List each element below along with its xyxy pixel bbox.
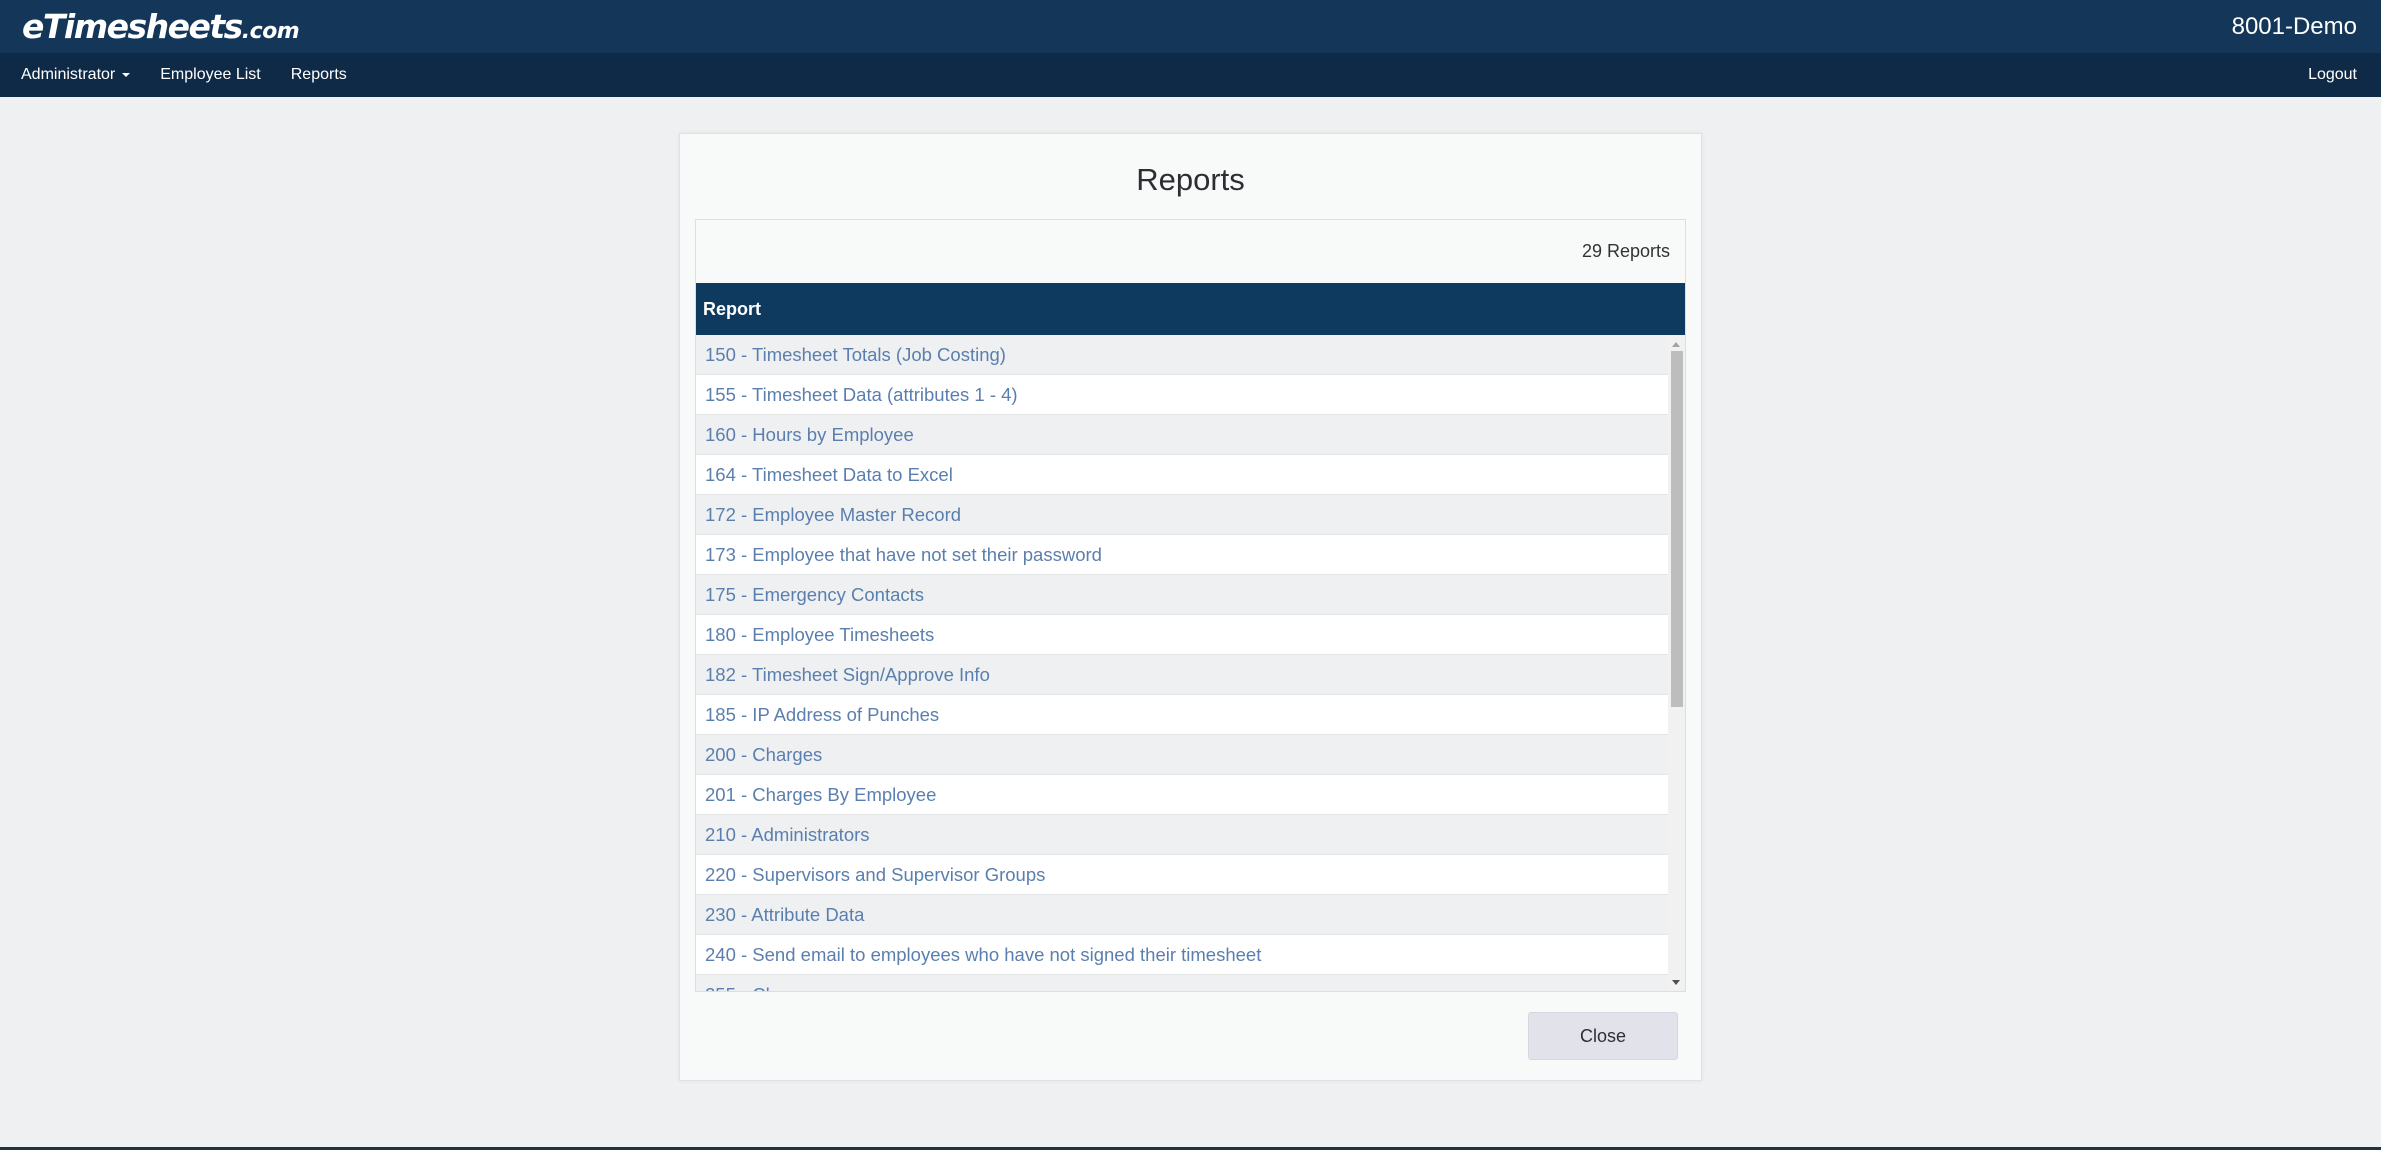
reports-table: 29 Reports Report 150 - Timesheet Totals… <box>695 219 1686 992</box>
nav-item-label: Reports <box>290 66 347 83</box>
report-row[interactable]: 175 - Emergency Contacts <box>696 575 1668 615</box>
scrollbar-thumb[interactable] <box>1671 351 1683 707</box>
report-row[interactable]: 201 - Charges By Employee <box>696 775 1668 815</box>
report-row[interactable]: 164 - Timesheet Data to Excel <box>696 455 1668 495</box>
close-button[interactable]: Close <box>1528 1012 1678 1060</box>
scroll-down-arrow-icon[interactable] <box>1672 980 1680 985</box>
column-header-report[interactable]: Report <box>696 283 1685 335</box>
nav-item-administrator[interactable]: Administrator <box>21 66 131 84</box>
report-row[interactable]: 160 - Hours by Employee <box>696 415 1668 455</box>
nav-item-label: Employee List <box>160 66 261 83</box>
report-row[interactable]: 150 - Timesheet Totals (Job Costing) <box>696 335 1668 375</box>
report-row[interactable]: 240 - Send email to employees who have n… <box>696 935 1668 975</box>
reports-dialog: Reports 29 Reports Report 150 - Timeshee… <box>679 133 1702 1081</box>
report-row[interactable]: 220 - Supervisors and Supervisor Groups <box>696 855 1668 895</box>
logo-main-text: eTimesheets <box>22 7 243 46</box>
reports-list: 150 - Timesheet Totals (Job Costing) 155 … <box>696 335 1685 991</box>
report-row[interactable]: 182 - Timesheet Sign/Approve Info <box>696 655 1668 695</box>
report-row[interactable]: 173 - Employee that have not set their p… <box>696 535 1668 575</box>
report-row[interactable]: 200 - Charges <box>696 735 1668 775</box>
report-row[interactable]: 155 - Timesheet Data (attributes 1 - 4) <box>696 375 1668 415</box>
report-count: 29 Reports <box>1581 241 1670 261</box>
logo-suffix-text: .com <box>241 19 300 44</box>
list-scrollbar[interactable] <box>1668 335 1685 991</box>
report-row[interactable]: 230 - Attribute Data <box>696 895 1668 935</box>
nav-bar: Administrator Employee List Reports Logo… <box>0 53 2381 97</box>
scroll-up-arrow-icon[interactable] <box>1672 342 1680 347</box>
dialog-title: Reports <box>1136 162 1245 197</box>
report-row[interactable]: 185 - IP Address of Punches <box>696 695 1668 735</box>
caret-down-icon <box>122 73 131 77</box>
nav-menu: Administrator Employee List Reports <box>21 66 377 84</box>
app-logo[interactable]: eTimesheets.com <box>22 7 300 46</box>
report-row[interactable]: 180 - Employee Timesheets <box>696 615 1668 655</box>
report-row[interactable]: 210 - Administrators <box>696 815 1668 855</box>
report-rows: 150 - Timesheet Totals (Job Costing) 155 … <box>696 335 1668 991</box>
report-row[interactable]: 172 - Employee Master Record <box>696 495 1668 535</box>
report-row[interactable]: 255 - Ch… <box>696 975 1668 991</box>
nav-item-reports[interactable]: Reports <box>291 66 347 84</box>
top-header: eTimesheets.com 8001-Demo <box>0 0 2381 53</box>
nav-item-label: Administrator <box>21 66 116 83</box>
nav-item-employee-list[interactable]: Employee List <box>160 66 261 84</box>
logout-link[interactable]: Logout <box>2308 66 2357 84</box>
account-name: 8001-Demo <box>2231 12 2357 40</box>
